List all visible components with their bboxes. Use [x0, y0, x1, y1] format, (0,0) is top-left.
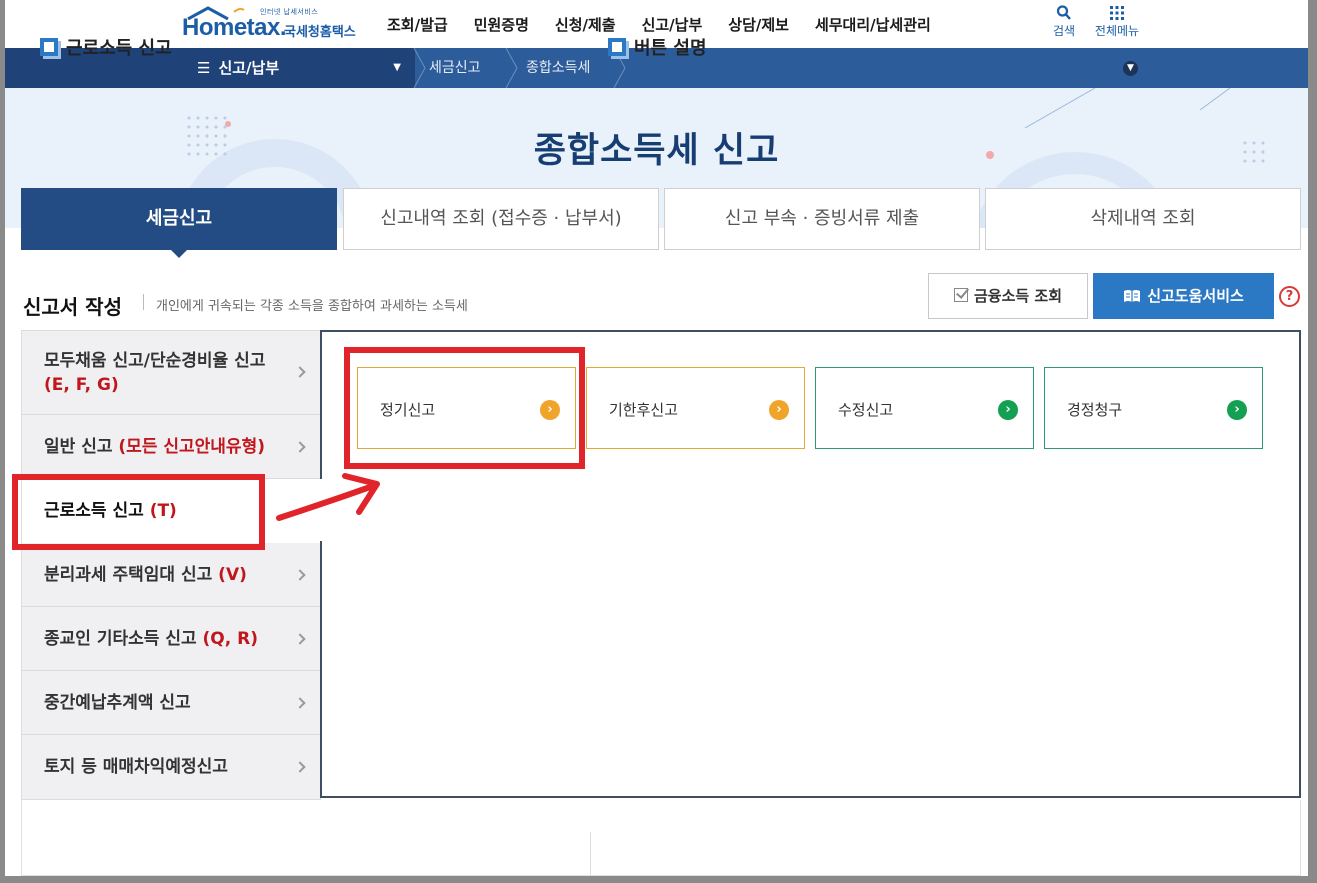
caret-down-icon: ▼ — [393, 62, 401, 73]
tab-deleted-history[interactable]: 삭제내역 조회 — [985, 188, 1301, 250]
nav-main-dropdown[interactable]: ☰ 신고/납부 ▼ — [183, 48, 415, 88]
tab-attachments-submit[interactable]: 신고 부속 · 증빙서류 제출 — [664, 188, 980, 250]
square-bullet-icon — [608, 38, 626, 56]
gnb-item-counsel[interactable]: 상담/제보 — [728, 14, 789, 35]
active-tab-pointer — [170, 249, 188, 258]
chevron-right-icon — [294, 697, 306, 709]
panel-connector — [319, 479, 325, 541]
nav-main-label: 신고/납부 — [218, 59, 280, 77]
square-bullet-icon — [40, 38, 58, 56]
regular-report-button[interactable]: 정기신고 › — [357, 367, 576, 449]
menu-item-land-gain-report[interactable]: 토지 등 매매차익예정신고 — [22, 735, 322, 799]
menu-item-earned-income-report[interactable]: 근로소득 신고 (T) — [22, 479, 322, 543]
correction-claim-label: 경정청구 — [1067, 401, 1123, 419]
logo-brand: Hometax. — [182, 14, 287, 41]
gnb-item-certificates[interactable]: 민원증명 — [474, 14, 529, 35]
chevron-right-icon — [294, 441, 306, 453]
report-help-service-label: 신고도움서비스 — [1147, 287, 1244, 305]
section-divider — [143, 294, 144, 310]
guide-divider — [590, 832, 591, 876]
menu-item-religious-income-report[interactable]: 종교인 기타소득 신고 (Q, R) — [22, 607, 322, 671]
menu-item-code: (T) — [149, 501, 177, 521]
menu-item-housing-rent-report[interactable]: 분리과세 주택임대 신고 (V) — [22, 543, 322, 607]
guide-title-button-help: 버튼 설명 — [608, 34, 707, 60]
book-icon — [1124, 290, 1141, 302]
section-description: 개인에게 귀속되는 각종 소득을 종합하여 과세하는 소득세 — [156, 299, 468, 314]
menu-item-code: (E, F, G) — [44, 375, 119, 395]
menu-item-text: 중간예납추계액 신고 — [44, 691, 191, 715]
help-question-icon[interactable]: ? — [1279, 286, 1300, 307]
gnb-item-lookup[interactable]: 조회/발급 — [387, 14, 448, 35]
menu-item-label: 중간예납추계액 신고 — [44, 693, 191, 713]
hamburger-icon: ☰ — [197, 59, 211, 77]
financial-income-lookup-label: 금융소득 조회 — [973, 287, 1063, 305]
search-icon — [1056, 5, 1071, 20]
guide-section — [21, 800, 1301, 876]
guide-title-button-help-label: 버튼 설명 — [634, 38, 707, 59]
arrow-right-circle-icon: › — [998, 400, 1018, 420]
menu-item-code: (모든 신고안내유형) — [118, 437, 265, 457]
menu-item-label: 분리과세 주택임대 신고 — [44, 565, 213, 585]
arrow-right-circle-icon: › — [769, 400, 789, 420]
chevron-down-icon[interactable]: ▼ — [1123, 61, 1138, 76]
menu-item-label: 일반 신고 — [44, 437, 113, 457]
search-button[interactable]: 검색 — [1049, 4, 1079, 39]
menu-item-text: 모두채움 신고/단순경비율 신고 (E, F, G) — [44, 349, 284, 397]
menu-item-text: 분리과세 주택임대 신고 (V) — [44, 563, 247, 587]
menu-item-text: 종교인 기타소득 신고 (Q, R) — [44, 627, 258, 651]
amended-report-label: 수정신고 — [838, 401, 894, 419]
full-menu-button[interactable]: 전체메뉴 — [1091, 4, 1143, 39]
guide-title-earned-income: 근로소득 신고 — [40, 34, 172, 60]
breadcrumb-separator-icon — [505, 48, 518, 88]
guide-title-earned-income-label: 근로소득 신고 — [66, 38, 172, 59]
full-menu-label: 전체메뉴 — [1094, 24, 1140, 38]
hometax-logo[interactable]: 인터넷 납세서비스 Hometax. 국세청홈택스 — [182, 4, 372, 46]
menu-item-interim-prepayment-report[interactable]: 중간예납추계액 신고 — [22, 671, 322, 735]
menu-item-label: 근로소득 신고 — [44, 501, 144, 521]
amended-report-button[interactable]: 수정신고 › — [815, 367, 1034, 449]
menu-item-label: 종교인 기타소득 신고 — [44, 629, 197, 649]
global-nav: 조회/발급 민원증명 신청/제출 신고/납부 상담/제보 세무대리/납세관리 — [387, 14, 957, 35]
menu-item-text: 근로소득 신고 (T) — [44, 499, 177, 523]
gnb-item-report-pay[interactable]: 신고/납부 — [642, 14, 703, 35]
chevron-right-icon — [294, 366, 306, 378]
regular-report-label: 정기신고 — [380, 401, 436, 419]
late-report-button[interactable]: 기한후신고 › — [586, 367, 805, 449]
chevron-right-icon — [294, 569, 306, 581]
logo-brand-sub: 국세청홈택스 — [284, 25, 356, 40]
menu-item-text: 토지 등 매매차익예정신고 — [44, 755, 228, 779]
menu-item-prefilled-report[interactable]: 모두채움 신고/단순경비율 신고 (E, F, G) — [22, 331, 322, 415]
chevron-right-icon — [294, 633, 306, 645]
tab-report-history[interactable]: 신고내역 조회 (접수증 · 납부서) — [343, 188, 659, 250]
report-help-service-button[interactable]: 신고도움서비스 — [1093, 273, 1274, 319]
search-label: 검색 — [1052, 24, 1076, 38]
menu-item-code: (Q, R) — [202, 629, 258, 649]
browser-page: 인터넷 납세서비스 Hometax. 국세청홈택스 조회/발급 민원증명 신청/… — [5, 0, 1308, 876]
breadcrumb-tax-report[interactable]: 세금신고 — [429, 48, 481, 88]
correction-claim-button[interactable]: 경정청구 › — [1044, 367, 1263, 449]
menu-item-general-report[interactable]: 일반 신고 (모든 신고안내유형) — [22, 415, 322, 479]
menu-item-code: (V) — [218, 565, 247, 585]
page-title: 종합소득세 신고 — [533, 131, 780, 171]
menu-item-text: 일반 신고 (모든 신고안내유형) — [44, 435, 265, 459]
arrow-right-circle-icon: › — [1227, 400, 1247, 420]
breadcrumb-income-tax[interactable]: 종합소득세 — [526, 48, 590, 88]
section-title: 신고서 작성 — [23, 295, 122, 319]
gnb-item-tax-agent[interactable]: 세무대리/납세관리 — [815, 14, 931, 35]
report-type-menu: 모두채움 신고/단순경비율 신고 (E, F, G) 일반 신고 (모든 신고안… — [21, 330, 322, 800]
financial-income-lookup-button[interactable]: 금융소득 조회 — [928, 273, 1088, 319]
checkbox-icon — [953, 288, 968, 302]
grid-menu-icon — [1110, 6, 1124, 20]
gnb-item-apply[interactable]: 신청/제출 — [555, 14, 616, 35]
tab-tax-report[interactable]: 세금신고 — [21, 188, 337, 250]
menu-item-label: 토지 등 매매차익예정신고 — [44, 757, 228, 777]
breadcrumb-separator-icon — [413, 48, 426, 88]
arrow-right-circle-icon: › — [540, 400, 560, 420]
menu-item-label: 모두채움 신고/단순경비율 신고 — [44, 351, 266, 371]
chevron-right-icon — [294, 761, 306, 773]
late-report-label: 기한후신고 — [609, 401, 679, 419]
